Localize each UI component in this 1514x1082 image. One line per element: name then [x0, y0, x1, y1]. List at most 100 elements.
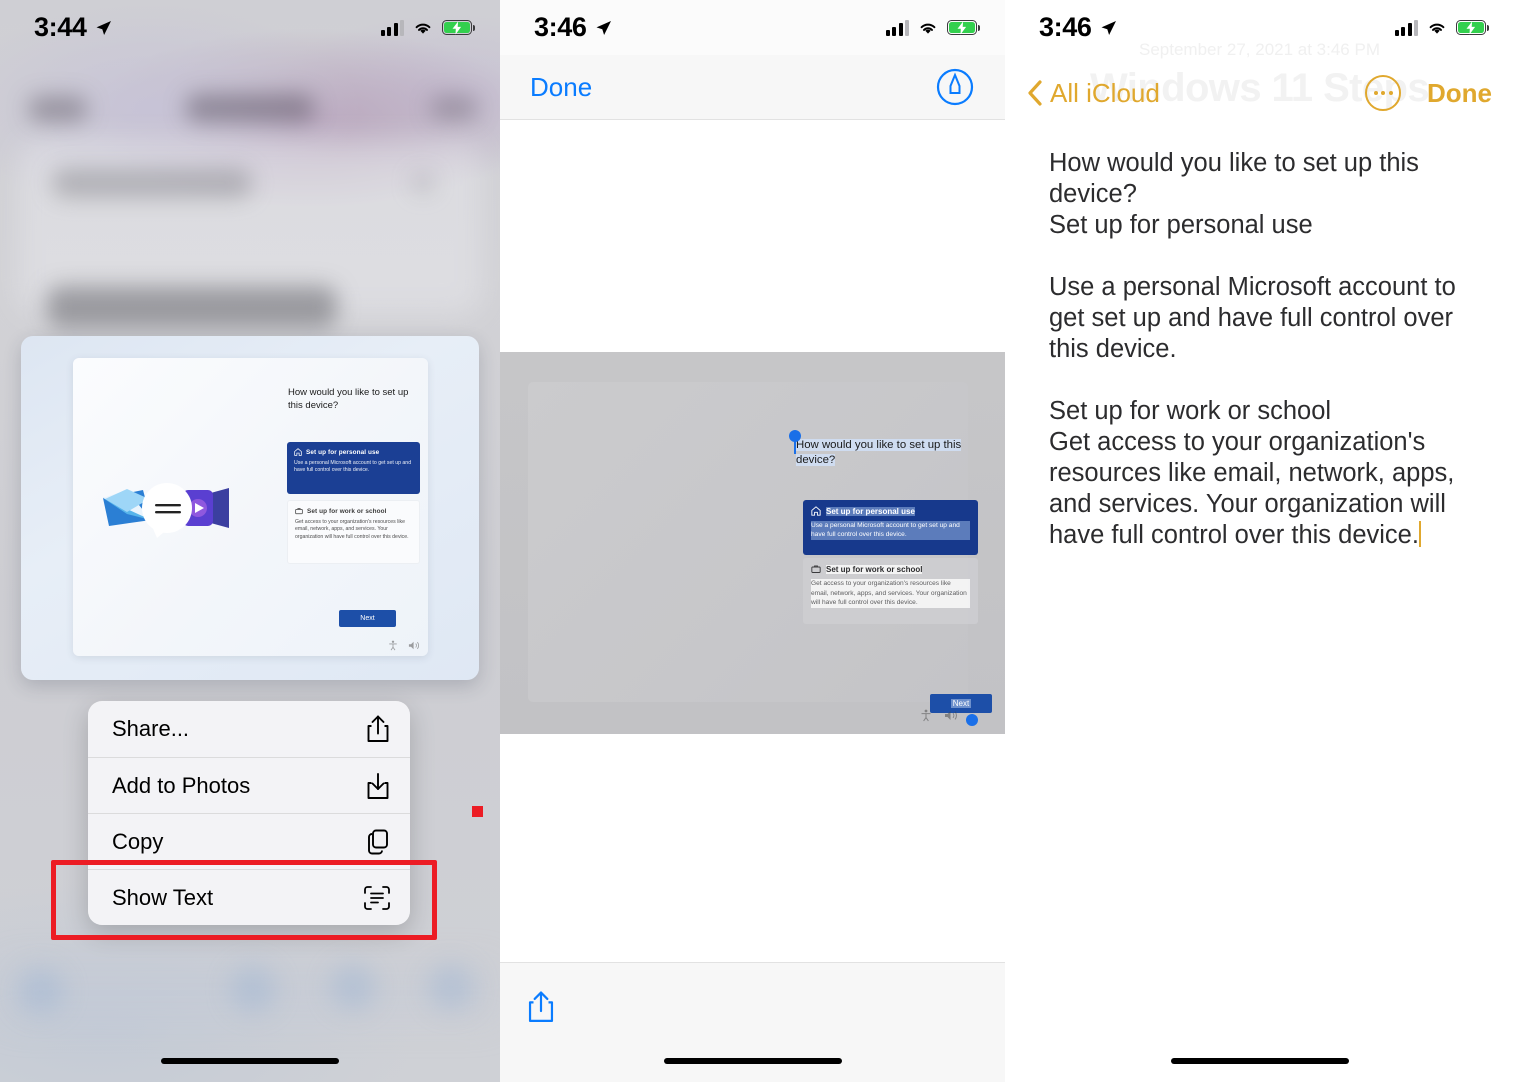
setup-work-title: Set up for work or school	[826, 564, 923, 574]
illustration-icons	[95, 468, 255, 548]
markup-pen-icon[interactable]	[935, 67, 975, 107]
battery-charging-icon	[1456, 20, 1490, 35]
ghost-heading	[47, 286, 337, 328]
setup-personal-card: Set up for personal use Use a personal M…	[287, 442, 420, 494]
back-button-label: All iCloud	[1050, 77, 1160, 108]
signal-bars-icon	[885, 19, 909, 36]
status-bar: 3:46	[500, 0, 1005, 55]
battery-charging-icon	[947, 20, 981, 35]
menu-item-add-to-photos[interactable]: Add to Photos	[88, 757, 410, 813]
status-time: 3:44	[34, 12, 87, 42]
signal-bars-icon	[1394, 19, 1418, 36]
menu-item-copy[interactable]: Copy	[88, 813, 410, 869]
setup-personal-title: Set up for personal use	[306, 448, 380, 456]
ghost-tab-icon	[330, 964, 376, 1010]
status-indicators	[1394, 19, 1490, 36]
volume-icon	[945, 711, 957, 720]
share-icon	[367, 715, 389, 742]
note-body-text[interactable]: How would you like to set up this device…	[1049, 148, 1486, 551]
selected-ocr-text-value: How would you like to set up this device…	[796, 439, 962, 466]
menu-item-label: Show Text	[112, 884, 214, 910]
location-arrow-icon	[1098, 18, 1118, 38]
wifi-icon	[1429, 23, 1445, 34]
windows-setup-screenshot: How would you like to set up this device…	[73, 358, 428, 656]
next-button: Next	[339, 610, 396, 627]
preview-navbar: Done	[500, 55, 1005, 120]
status-indicators	[380, 19, 476, 36]
navbar-actions: Done	[1365, 75, 1492, 111]
home-indicator[interactable]	[663, 1058, 842, 1064]
wifi-icon	[920, 23, 936, 34]
panel-photos-share-sheet: 3:44 How would you like to set up this d…	[0, 0, 500, 1082]
preview-body: How would you like to set up this device…	[500, 120, 1005, 962]
setup-personal-body: Use a personal Microsoft account to get …	[294, 460, 412, 474]
home-indicator[interactable]	[161, 1058, 339, 1064]
share-context-menu[interactable]: Share... Add to Photos Copy Show Text	[88, 701, 410, 925]
next-button-label: Next	[950, 699, 972, 708]
selection-handle-start[interactable]	[789, 430, 801, 442]
chevron-left-icon	[1028, 80, 1042, 106]
menu-item-show-text[interactable]: Show Text	[88, 869, 410, 925]
wifi-icon	[415, 23, 431, 34]
ghost-nav-left	[28, 96, 88, 122]
panel-notes-editor: 3:46 September 27, 2021 at 3:46 PM Windo…	[1005, 0, 1514, 1082]
accessibility-icon	[389, 640, 397, 651]
done-button[interactable]: Done	[530, 72, 592, 103]
selected-ocr-text[interactable]: How would you like to set up this device…	[796, 438, 974, 468]
windows-tray	[920, 709, 958, 722]
home-icon	[294, 448, 302, 456]
menu-item-label: Add to Photos	[112, 772, 251, 798]
ghost-tab-icon	[230, 966, 276, 1012]
setup-work-title: Set up for work or school	[307, 507, 387, 515]
setup-work-body: Get access to your organization's resour…	[295, 519, 409, 540]
status-time: 3:46	[1039, 12, 1092, 42]
menu-item-share[interactable]: Share...	[88, 701, 410, 757]
image-preview[interactable]: How would you like to set up this device…	[21, 336, 479, 680]
setup-work-card: Set up for work or school Get access to …	[803, 558, 978, 624]
setup-personal-body: Use a personal Microsoft account to get …	[811, 521, 970, 540]
ghost-tab-icon	[18, 968, 64, 1014]
screenshot-row: 3:44 How would you like to set up this d…	[0, 0, 1514, 1082]
briefcase-icon	[811, 565, 821, 573]
ellipsis-circle-icon[interactable]	[1365, 75, 1401, 111]
selection-handle-end[interactable]	[966, 714, 978, 726]
setup-work-title-row: Set up for work or school	[295, 507, 412, 515]
ghost-subtitle	[52, 168, 252, 198]
ghost-close	[412, 172, 434, 194]
location-arrow-icon	[93, 18, 113, 38]
status-time: 3:46	[534, 12, 587, 42]
menu-item-label: Share...	[112, 716, 190, 741]
back-button[interactable]: All iCloud	[1027, 78, 1160, 109]
windows-tray	[388, 640, 420, 651]
ghost-nav-right	[430, 96, 478, 120]
location-arrow-icon	[593, 18, 613, 38]
briefcase-icon	[295, 508, 303, 515]
screenshot-image[interactable]: How would you like to set up this device…	[500, 352, 1005, 734]
done-button[interactable]: Done	[1427, 78, 1492, 109]
preview-footer	[500, 962, 1005, 1082]
setup-personal-title-row: Set up for personal use	[294, 448, 413, 456]
oobe-heading: How would you like to set up this device…	[288, 387, 409, 411]
volume-icon	[408, 641, 420, 650]
setup-personal-title: Set up for personal use	[826, 506, 915, 516]
home-indicator[interactable]	[1170, 1058, 1349, 1064]
setup-work-body: Get access to your organization's resour…	[811, 579, 970, 608]
accessibility-icon	[921, 709, 931, 722]
copy-icon	[368, 829, 388, 854]
signal-bars-icon	[380, 19, 404, 36]
ghost-nav-title	[185, 94, 315, 122]
panel-live-text-selection: 3:46 Done How would you like to set up t…	[500, 0, 1005, 1082]
download-icon	[367, 772, 389, 799]
text-caret	[1418, 521, 1422, 547]
status-bar: 3:46	[1005, 0, 1514, 55]
ghost-tab-icon	[428, 964, 474, 1010]
annotation-red-mark	[472, 806, 483, 817]
home-icon	[811, 506, 821, 516]
menu-item-label: Copy	[112, 828, 164, 854]
windows-setup-screenshot: How would you like to set up this device…	[528, 382, 992, 722]
battery-charging-icon	[442, 20, 476, 35]
notes-navbar: All iCloud Done	[1005, 62, 1514, 124]
share-icon[interactable]	[526, 989, 556, 1030]
setup-personal-card: Set up for personal use Use a personal M…	[803, 500, 978, 555]
setup-work-card: Set up for work or school Get access to …	[287, 500, 420, 564]
